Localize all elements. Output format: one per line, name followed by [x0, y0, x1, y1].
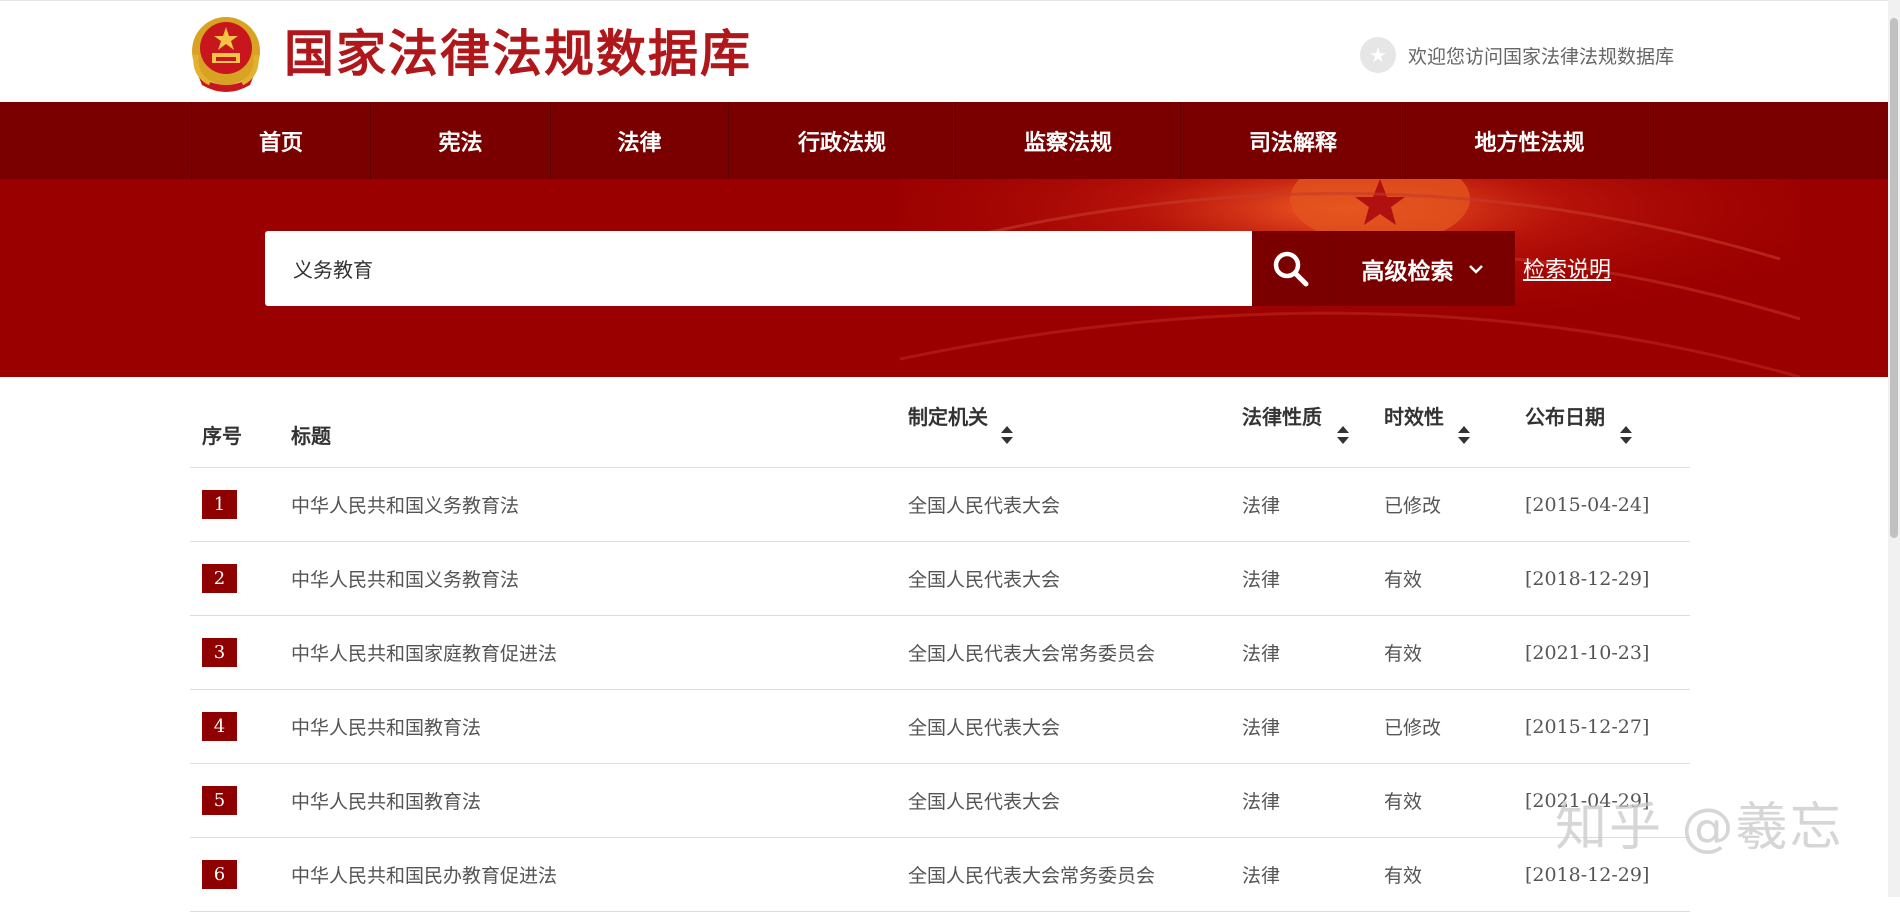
row-authority: 全国人民代表大会: [908, 569, 1061, 591]
row-title-link[interactable]: 中华人民共和国民办教育促进法: [291, 838, 557, 911]
scrollbar-thumb[interactable]: [1890, 18, 1898, 538]
row-title-link[interactable]: 中华人民共和国教育法: [291, 690, 481, 763]
row-date: [2021-10-23]: [1525, 641, 1650, 664]
row-date: [2018-12-29]: [1525, 863, 1650, 886]
advanced-search-button[interactable]: 高级检索: [1329, 231, 1515, 306]
header-authority[interactable]: 制定机关: [908, 401, 1013, 444]
nav-item-judicial-interpretations[interactable]: 司法解释: [1181, 102, 1406, 179]
table-row[interactable]: 1 中华人民共和国义务教育法 全国人民代表大会 法律 已修改 [2015-04-…: [190, 468, 1690, 542]
row-nature: 法律: [1242, 865, 1281, 887]
header-date-label: 公布日期: [1525, 405, 1605, 429]
site-title[interactable]: 国家法律法规数据库: [284, 23, 752, 85]
star-icon: ★: [1360, 37, 1396, 73]
sort-icon[interactable]: [1619, 425, 1633, 450]
header-nature-label: 法律性质: [1242, 405, 1322, 429]
row-authority: 全国人民代表大会常务委员会: [908, 643, 1156, 665]
table-row[interactable]: 4 中华人民共和国教育法 全国人民代表大会 法律 已修改 [2015-12-27…: [190, 690, 1690, 764]
header-validity-label: 时效性: [1384, 405, 1444, 429]
row-date: [2021-04-29]: [1525, 789, 1650, 812]
row-authority: 全国人民代表大会: [908, 495, 1061, 517]
row-index-badge: 5: [202, 786, 237, 815]
table-row[interactable]: 5 中华人民共和国教育法 全国人民代表大会 法律 有效 [2021-04-29]: [190, 764, 1690, 838]
table-row[interactable]: 6 中华人民共和国民办教育促进法 全国人民代表大会常务委员会 法律 有效 [20…: [190, 838, 1690, 912]
row-validity: 有效: [1384, 791, 1423, 813]
row-validity: 有效: [1384, 865, 1423, 887]
row-index-badge: 1: [202, 490, 237, 519]
welcome-text: 欢迎您访问国家法律法规数据库: [1408, 45, 1675, 68]
row-validity: 有效: [1384, 643, 1423, 665]
row-title-link[interactable]: 中华人民共和国义务教育法: [291, 468, 519, 541]
header-authority-label: 制定机关: [908, 405, 988, 429]
row-nature: 法律: [1242, 717, 1281, 739]
row-authority: 全国人民代表大会: [908, 791, 1061, 813]
row-validity: 已修改: [1384, 495, 1442, 517]
search-icon: [1273, 251, 1308, 286]
header-index: 序号: [202, 424, 242, 448]
nav-item-administrative-regulations[interactable]: 行政法规: [729, 102, 956, 179]
main-nav: 首页 宪法 法律 行政法规 监察法规 司法解释 地方性法规: [0, 102, 1888, 179]
row-date: [2018-12-29]: [1525, 567, 1650, 590]
row-authority: 全国人民代表大会常务委员会: [908, 865, 1156, 887]
header-title: 标题: [291, 424, 331, 448]
search-input[interactable]: [265, 231, 1252, 306]
site-header: 国家法律法规数据库 ★ 欢迎您访问国家法律法规数据库: [0, 0, 1888, 103]
sort-icon[interactable]: [1000, 425, 1014, 450]
welcome-message: ★ 欢迎您访问国家法律法规数据库: [1360, 37, 1674, 73]
header-date[interactable]: 公布日期: [1525, 401, 1632, 444]
sort-icon[interactable]: [1336, 425, 1350, 450]
row-title-link[interactable]: 中华人民共和国家庭教育促进法: [291, 616, 557, 689]
header-nature[interactable]: 法律性质: [1242, 401, 1349, 444]
search-help-link[interactable]: 检索说明: [1523, 252, 1611, 284]
row-title-link[interactable]: 中华人民共和国义务教育法: [291, 542, 519, 615]
advanced-search-label: 高级检索: [1361, 257, 1454, 285]
chevron-down-icon: [1468, 264, 1483, 274]
row-title-link[interactable]: 中华人民共和国教育法: [291, 764, 481, 837]
row-index-badge: 2: [202, 564, 237, 593]
row-index-badge: 6: [202, 860, 237, 889]
row-index-badge: 4: [202, 712, 237, 741]
row-index-badge: 3: [202, 638, 237, 667]
table-header: 序号 标题 制定机关 法律性质 时效性 公布日期: [190, 377, 1690, 468]
row-validity: 有效: [1384, 569, 1423, 591]
search-banner: 高级检索 检索说明: [0, 179, 1888, 377]
row-nature: 法律: [1242, 495, 1281, 517]
nav-item-law[interactable]: 法律: [551, 102, 729, 179]
table-row[interactable]: 3 中华人民共和国家庭教育促进法 全国人民代表大会常务委员会 法律 有效 [20…: [190, 616, 1690, 690]
table-row[interactable]: 2 中华人民共和国义务教育法 全国人民代表大会 法律 有效 [2018-12-2…: [190, 542, 1690, 616]
row-date: [2015-04-24]: [1525, 493, 1650, 516]
row-authority: 全国人民代表大会: [908, 717, 1061, 739]
nav-item-constitution[interactable]: 宪法: [371, 102, 551, 179]
national-emblem-icon[interactable]: [188, 15, 264, 93]
nav-item-supervisory-regulations[interactable]: 监察法规: [956, 102, 1181, 179]
header-validity[interactable]: 时效性: [1384, 401, 1470, 444]
search-button[interactable]: [1252, 231, 1329, 306]
row-date: [2015-12-27]: [1525, 715, 1650, 738]
row-nature: 法律: [1242, 569, 1281, 591]
row-nature: 法律: [1242, 791, 1281, 813]
nav-item-home[interactable]: 首页: [191, 102, 371, 179]
row-validity: 已修改: [1384, 717, 1442, 739]
nav-item-local-regulations[interactable]: 地方性法规: [1406, 102, 1654, 179]
row-nature: 法律: [1242, 643, 1281, 665]
results-table: 序号 标题 制定机关 法律性质 时效性 公布日期 1 中华人民共和国义务教育法 …: [190, 377, 1690, 912]
sort-icon[interactable]: [1457, 425, 1471, 450]
